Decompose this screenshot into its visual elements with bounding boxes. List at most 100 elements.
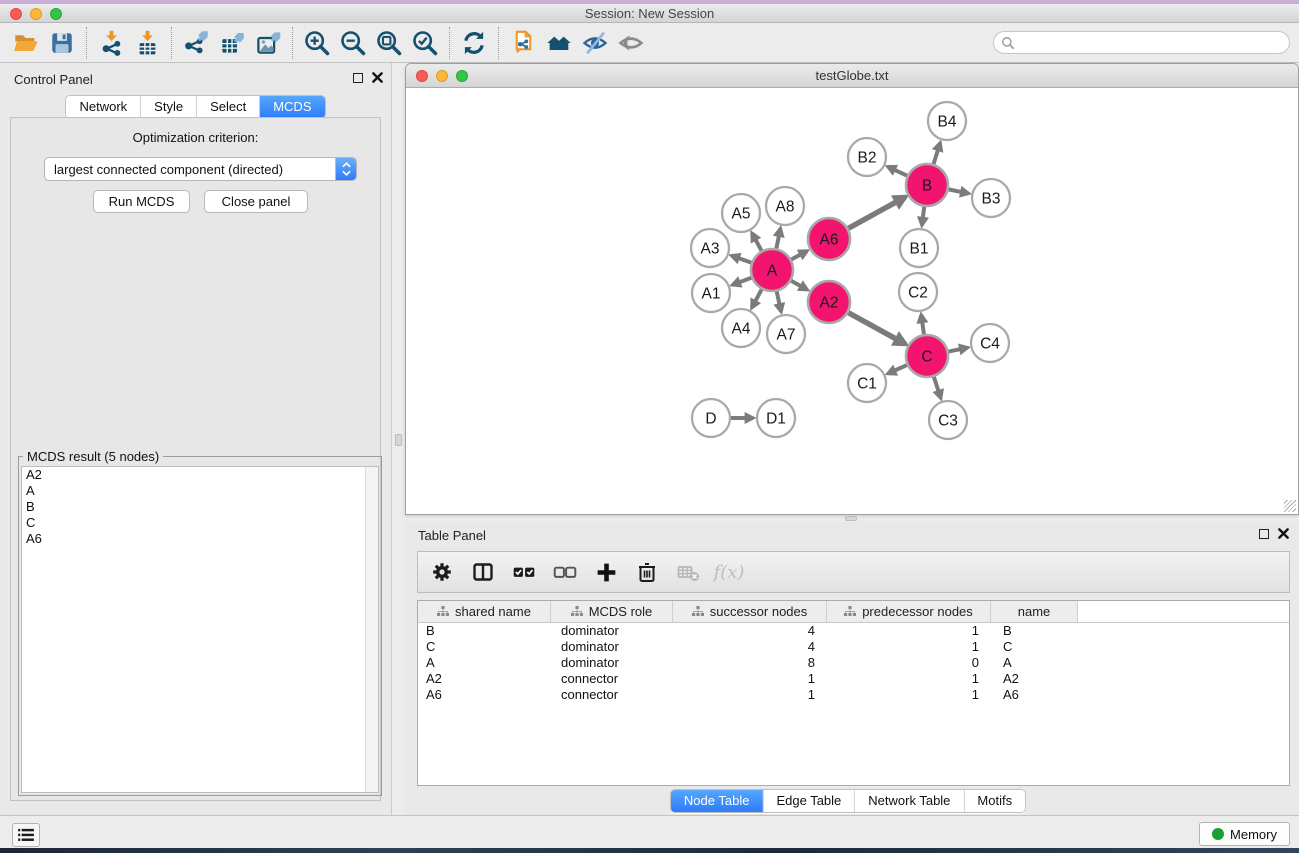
- tab-style[interactable]: Style: [140, 96, 196, 118]
- edge-C-C1[interactable]: [888, 365, 907, 374]
- table-cell[interactable]: A: [991, 655, 1078, 671]
- tab-node-table[interactable]: Node Table: [671, 790, 763, 812]
- delete-column-icon[interactable]: [633, 558, 661, 586]
- tab-mcds[interactable]: MCDS: [259, 96, 324, 118]
- edge-B-B2[interactable]: [888, 167, 907, 176]
- table-cell[interactable]: 8: [673, 655, 827, 671]
- float-table-panel-icon[interactable]: [1259, 529, 1269, 539]
- table-cell[interactable]: 1: [673, 671, 827, 687]
- table-row[interactable]: Cdominator41C: [418, 639, 1289, 655]
- table-cell[interactable]: connector: [551, 671, 673, 687]
- criterion-dropdown[interactable]: largest connected component (directed): [44, 157, 357, 181]
- node-A4[interactable]: A4: [722, 309, 760, 347]
- network-graph[interactable]: AA1A2A3A4A5A6A7A8BB1B2B3B4CC1C2C3C4DD1: [406, 89, 1298, 515]
- network-canvas[interactable]: AA1A2A3A4A5A6A7A8BB1B2B3B4CC1C2C3C4DD1: [406, 89, 1298, 515]
- edge-A-A1[interactable]: [733, 278, 752, 285]
- tab-network-table[interactable]: Network Table: [854, 790, 963, 812]
- table-cell[interactable]: 1: [827, 639, 991, 655]
- table-row[interactable]: A2connector11A2: [418, 671, 1289, 687]
- import-table-icon[interactable]: [129, 26, 165, 60]
- edge-A2-C[interactable]: [848, 313, 905, 344]
- close-panel-icon[interactable]: [372, 72, 383, 83]
- edge-C-C4[interactable]: [949, 348, 968, 352]
- zoom-fit-icon[interactable]: [371, 26, 407, 60]
- result-item[interactable]: A6: [22, 531, 378, 547]
- open-file-icon[interactable]: [8, 26, 44, 60]
- column-header-name[interactable]: name: [991, 601, 1078, 622]
- edge-A-A2[interactable]: [791, 281, 807, 290]
- tab-select[interactable]: Select: [196, 96, 259, 118]
- task-history-button[interactable]: [12, 823, 40, 847]
- zoom-selected-icon[interactable]: [407, 26, 443, 60]
- resize-grip-icon[interactable]: [1284, 500, 1296, 512]
- table-cell[interactable]: 0: [827, 655, 991, 671]
- table-cell[interactable]: 1: [673, 687, 827, 703]
- tab-network[interactable]: Network: [66, 96, 140, 118]
- table-cell[interactable]: dominator: [551, 623, 673, 639]
- node-B1[interactable]: B1: [900, 229, 938, 267]
- column-header-predecessor-nodes[interactable]: predecessor nodes: [827, 601, 991, 622]
- network-zoom-button[interactable]: [456, 70, 468, 82]
- node-B4[interactable]: B4: [928, 102, 966, 140]
- node-D1[interactable]: D1: [757, 399, 795, 437]
- table-cell[interactable]: A2: [991, 671, 1078, 687]
- edge-B-B3[interactable]: [949, 189, 969, 193]
- close-table-panel-icon[interactable]: [1278, 528, 1289, 539]
- table-cell[interactable]: 1: [827, 671, 991, 687]
- edge-C-C2[interactable]: [921, 315, 924, 334]
- node-A2[interactable]: A2: [808, 281, 850, 323]
- table-cell[interactable]: A2: [418, 671, 551, 687]
- edge-A-A7[interactable]: [777, 291, 781, 311]
- node-C4[interactable]: C4: [971, 324, 1009, 362]
- float-panel-icon[interactable]: [353, 73, 363, 83]
- edge-B-B4[interactable]: [934, 143, 941, 164]
- vertical-splitter-handle[interactable]: [395, 434, 402, 446]
- export-image-icon[interactable]: [250, 26, 286, 60]
- table-cell[interactable]: C: [418, 639, 551, 655]
- window-titlebar[interactable]: Session: New Session: [0, 4, 1299, 23]
- table-cell[interactable]: dominator: [551, 655, 673, 671]
- network-minimize-button[interactable]: [436, 70, 448, 82]
- node-A3[interactable]: A3: [691, 229, 729, 267]
- network-window-titlebar[interactable]: testGlobe.txt: [406, 64, 1298, 88]
- table-cell[interactable]: C: [991, 639, 1078, 655]
- table-cell[interactable]: A6: [991, 687, 1078, 703]
- zoom-window-button[interactable]: [50, 8, 62, 20]
- node-B2[interactable]: B2: [848, 138, 886, 176]
- node-B[interactable]: B: [906, 164, 948, 206]
- deselect-all-columns-icon[interactable]: [551, 558, 579, 586]
- settings-gear-icon[interactable]: [428, 558, 456, 586]
- node-B3[interactable]: B3: [972, 179, 1010, 217]
- network-close-button[interactable]: [416, 70, 428, 82]
- edge-A6-B[interactable]: [848, 197, 905, 228]
- edge-A-A8[interactable]: [776, 229, 780, 249]
- search-input[interactable]: [1015, 34, 1289, 52]
- result-item[interactable]: A: [22, 483, 378, 499]
- edge-A-A4[interactable]: [752, 289, 762, 307]
- column-header-MCDS-role[interactable]: MCDS role: [551, 601, 673, 622]
- result-item[interactable]: B: [22, 499, 378, 515]
- table-cell[interactable]: 4: [673, 623, 827, 639]
- edge-A-A3[interactable]: [732, 256, 752, 263]
- table-cell[interactable]: dominator: [551, 639, 673, 655]
- add-column-icon[interactable]: [592, 558, 620, 586]
- node-A7[interactable]: A7: [767, 315, 805, 353]
- node-D[interactable]: D: [692, 399, 730, 437]
- hide-details-icon[interactable]: [577, 26, 613, 60]
- import-network-icon[interactable]: [93, 26, 129, 60]
- network-view-window[interactable]: testGlobe.txt AA1A2A3A4A5A6A7A8BB1B2B3B4…: [405, 63, 1299, 515]
- table-cell[interactable]: connector: [551, 687, 673, 703]
- minimize-window-button[interactable]: [30, 8, 42, 20]
- node-A1[interactable]: A1: [692, 274, 730, 312]
- node-A8[interactable]: A8: [766, 187, 804, 225]
- node-table[interactable]: shared nameMCDS rolesuccessor nodesprede…: [417, 600, 1290, 786]
- export-table-icon[interactable]: [214, 26, 250, 60]
- table-cell[interactable]: B: [418, 623, 551, 639]
- memory-button[interactable]: Memory: [1199, 822, 1290, 846]
- table-cell[interactable]: A: [418, 655, 551, 671]
- node-C[interactable]: C: [906, 335, 948, 377]
- tab-edge-table[interactable]: Edge Table: [762, 790, 854, 812]
- edge-B-B1[interactable]: [922, 207, 924, 225]
- run-mcds-button[interactable]: Run MCDS: [93, 190, 190, 213]
- tab-motifs[interactable]: Motifs: [963, 790, 1025, 812]
